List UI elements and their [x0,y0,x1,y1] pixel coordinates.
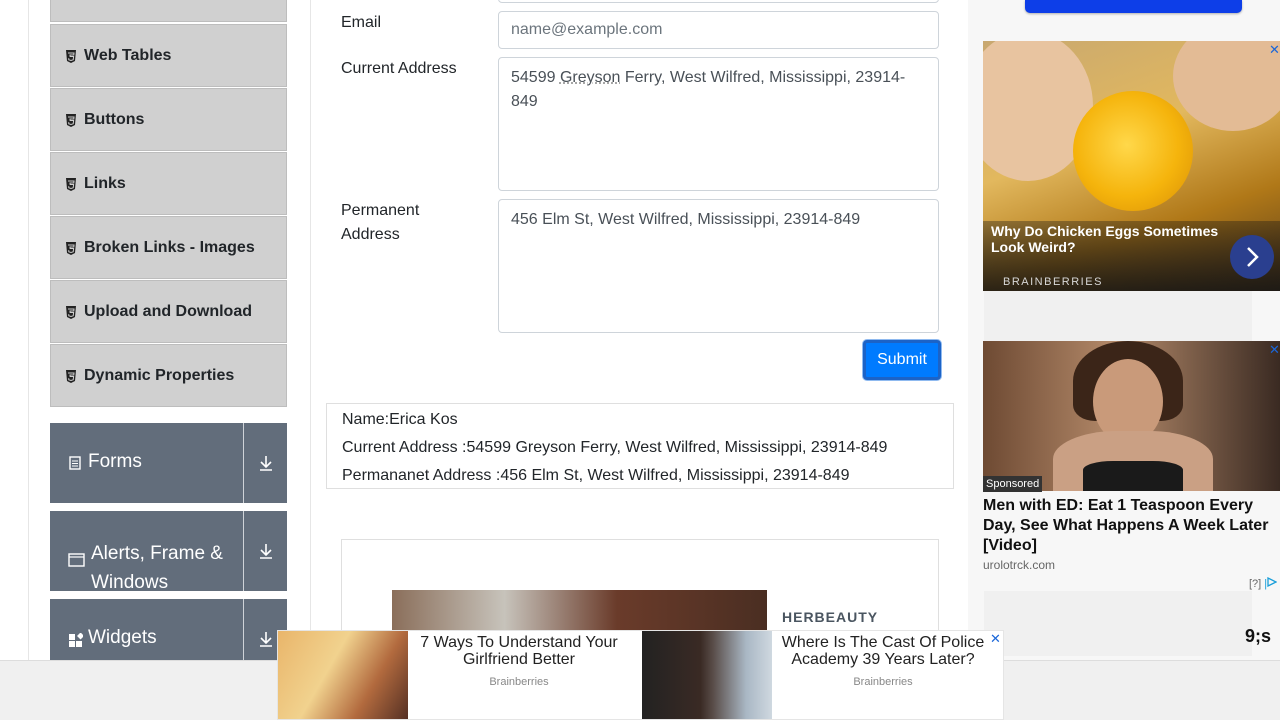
sidebar-group-forms[interactable]: Forms [50,423,287,503]
ad-title[interactable]: 7 Ways To Understand Your Girlfriend Bet… [408,634,630,668]
sidebar-item-broken-links[interactable]: Broken Links - Images [50,216,287,279]
download-arrow-icon[interactable] [244,423,287,503]
previous-field-edge[interactable] [498,0,939,3]
download-arrow-icon[interactable] [244,511,287,591]
html5-icon [65,177,77,191]
ad-background-pattern [984,591,1252,656]
window-icon [68,547,85,576]
widgets-icon [68,632,85,654]
ad-brand: BRAINBERRIES [1003,276,1103,288]
ad-image-clothing [1083,461,1183,491]
current-address-field[interactable]: 54599 Greyson Ferry, West Wilfred, Missi… [498,57,939,191]
html5-icon [65,113,77,127]
sidebar-item-previous[interactable] [50,0,287,22]
ad-title[interactable]: Why Do Chicken Eggs Sometimes Look Weird… [991,223,1231,255]
permanent-address-field[interactable]: 456 Elm St, West Wilfred, Mississippi, 2… [498,199,939,333]
chevron-right-icon[interactable] [1230,235,1274,279]
output-panel: Name:Erica Kos Current Address :54599 Gr… [326,403,954,489]
html5-icon [65,49,77,63]
herbeauty-label: HERBEAUTY [782,609,879,625]
ad-title[interactable]: Where Is The Cast Of Police Academy 39 Y… [772,634,994,668]
close-icon[interactable]: ✕ [1269,43,1280,56]
html5-icon [65,369,77,383]
sidebar-item-label: Links [84,174,126,192]
group-label: Forms [88,451,142,472]
ad-domain[interactable]: urolotrck.com [983,558,1055,572]
submit-button[interactable]: Submit [863,340,941,380]
ad-chicken-eggs[interactable]: Why Do Chicken Eggs Sometimes Look Weird… [983,41,1280,291]
output-current-address: Current Address :54599 Greyson Ferry, We… [342,439,888,456]
spellcheck-word: Greyson [559,69,621,86]
close-icon[interactable]: ✕ [990,632,1001,645]
sidebar-item-label: Dynamic Properties [84,366,235,384]
current-address-text: 54599 [511,69,560,86]
sidebar-item-label: Web Tables [84,46,172,64]
sidebar-item-label: Buttons [84,110,145,128]
group-header[interactable]: Alerts, Frame & Windows [50,511,244,593]
group-label: Widgets [88,627,157,648]
sidebar-item-label: Broken Links - Images [84,238,255,256]
sidebar-item-web-tables[interactable]: Web Tables [50,24,287,87]
file-text-icon [68,455,82,477]
ad-sponsored-image[interactable] [983,341,1280,491]
group-label: Alerts, Frame & Windows [91,543,223,593]
group-header[interactable]: Forms [50,423,244,503]
sidebar-item-upload-download[interactable]: Upload and Download [50,280,287,343]
sidebar-group-alerts[interactable]: Alerts, Frame & Windows [50,511,287,593]
sidebar-item-dynamic-properties[interactable]: Dynamic Properties [50,344,287,407]
email-label: Email [341,14,382,31]
ad-source: Brainberries [853,676,913,688]
output-name: Name:Erica Kos [342,411,458,428]
current-address-label: Current Address [341,60,457,77]
partial-ad-text: 9;s [1245,626,1272,646]
sidebar-item-links[interactable]: Links [50,152,287,215]
sponsored-badge: Sponsored [983,476,1043,492]
ad-image-egg-yolk [1073,91,1193,211]
sidebar-item-label: Upload and Download [84,302,252,320]
ad-image-actors[interactable] [642,631,772,719]
permanent-address-label: Permanent Address [341,202,420,243]
ad-top-button[interactable] [1025,0,1242,13]
html5-icon [65,305,77,319]
ad-info-text: [?] [1249,578,1262,590]
output-permanent-address: Permananet Address :456 Elm St, West Wil… [342,467,850,484]
ad-info-link[interactable]: [?] | [1249,576,1278,590]
close-icon[interactable]: ✕ [1269,343,1280,356]
ad-background-pattern [984,291,1252,341]
ad-image-couple[interactable] [278,631,408,719]
ad-title[interactable]: Men with ED: Eat 1 Teaspoon Every Day, S… [983,496,1278,556]
adchoices-icon [1267,576,1278,588]
ad-image-hand [1173,41,1280,131]
ad-source: Brainberries [489,676,549,688]
html5-icon [65,241,77,255]
page: Web Tables Buttons Links Broken Links - … [0,0,1280,720]
email-field[interactable]: name@example.com [498,11,939,49]
sidebar-item-buttons[interactable]: Buttons [50,88,287,151]
